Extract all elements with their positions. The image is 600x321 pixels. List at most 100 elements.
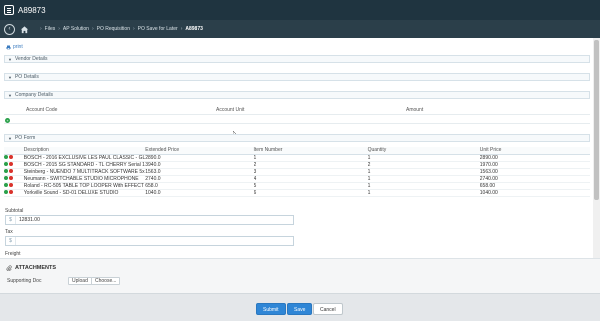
delete-row-icon[interactable] <box>9 162 13 167</box>
add-row-icon[interactable] <box>4 155 8 160</box>
cell-item-number[interactable]: 1 <box>253 154 368 162</box>
cell-item-number[interactable]: 5 <box>253 182 368 190</box>
section-po-details[interactable]: ▼ PO Details <box>4 73 590 81</box>
section-po-form[interactable]: ▼ PO Form <box>4 134 590 142</box>
cell-quantity[interactable]: 1 <box>367 189 480 197</box>
add-row-icon[interactable] <box>4 176 8 181</box>
attachments-title: ATTACHMENTS <box>15 265 57 271</box>
printer-icon <box>6 45 11 50</box>
delete-row-icon[interactable] <box>9 169 13 174</box>
col-quantity: Quantity <box>367 147 480 155</box>
col-amount: Amount <box>406 107 424 113</box>
col-account-unit: Account Unit <box>216 107 245 113</box>
chevron-down-icon: ▼ <box>8 135 12 141</box>
cell-unit-price[interactable]: 1563.00 <box>479 168 590 176</box>
add-row-icon[interactable] <box>4 169 8 174</box>
cell-extended-price[interactable]: 658.0 <box>145 182 254 190</box>
chevron-down-icon: ▼ <box>8 92 12 98</box>
add-row-icon[interactable] <box>4 162 8 167</box>
breadcrumb-current: A89873 <box>185 26 203 32</box>
home-icon[interactable] <box>19 24 30 35</box>
paperclip-icon <box>6 265 12 271</box>
table-row: BOSCH - 2015 SG STANDARD - TL CHERRY Ser… <box>4 161 590 169</box>
choose-file-button[interactable]: Choose... <box>91 277 121 285</box>
col-unit-price: Unit Price <box>479 147 590 155</box>
cell-description[interactable]: BOSCH - 2016 EXCLUSIVE LES PAUL CLASSIC … <box>23 154 146 162</box>
col-extended-price: Extended Price <box>145 147 254 155</box>
window-title: A89873 <box>18 5 46 15</box>
delete-row-icon[interactable] <box>9 155 13 160</box>
form-footer: Submit Save Cancel <box>0 293 600 321</box>
submit-button[interactable]: Submit <box>256 303 286 315</box>
po-items-table: Description Extended Price Item Number Q… <box>4 147 590 197</box>
breadcrumb-po-save-for-later[interactable]: PO Save for Later <box>138 26 178 32</box>
col-account-code: Account Code <box>26 107 58 113</box>
breadcrumb-ap-solution[interactable]: AP Solution <box>63 26 89 32</box>
cell-description[interactable]: BOSCH - 2015 SG STANDARD - TL CHERRY Ser… <box>23 161 146 169</box>
col-description: Description <box>23 147 146 155</box>
cell-quantity[interactable]: 1 <box>367 154 480 162</box>
subtotal-field[interactable]: $ 12831.00 <box>5 215 294 225</box>
breadcrumb: › Files › AP Solution › PO Requisition ›… <box>40 26 203 32</box>
cell-item-number[interactable]: 6 <box>253 189 368 197</box>
cell-item-number[interactable]: 3 <box>253 168 368 176</box>
tax-label: Tax <box>5 229 13 235</box>
add-row-icon[interactable] <box>4 183 8 188</box>
account-table-row <box>4 115 590 124</box>
cell-description[interactable]: Yorkville Sound - SD-01 DELUXE STUDIO <box>23 189 146 197</box>
cell-unit-price[interactable]: 2890.00 <box>479 154 590 162</box>
cell-quantity[interactable]: 1 <box>367 168 480 176</box>
cell-extended-price[interactable]: 1040.0 <box>145 189 254 197</box>
cell-unit-price[interactable]: 2740.00 <box>479 175 590 183</box>
table-row: BOSCH - 2016 EXCLUSIVE LES PAUL CLASSIC … <box>4 154 590 162</box>
section-vendor-details[interactable]: ▼ Vendor Details <box>4 55 590 63</box>
breadcrumb-files[interactable]: Files <box>45 26 56 32</box>
save-button[interactable]: Save <box>287 303 313 315</box>
delete-row-icon[interactable] <box>9 183 13 188</box>
cell-extended-price[interactable]: 3940.0 <box>145 161 254 169</box>
currency-icon: $ <box>6 216 16 224</box>
menu-icon[interactable] <box>4 5 14 15</box>
cell-quantity[interactable]: 2 <box>367 161 480 169</box>
cell-unit-price[interactable]: 1040.00 <box>479 189 590 197</box>
section-company-details[interactable]: ▼ Company Details <box>4 91 590 99</box>
upload-button[interactable]: Upload <box>68 277 92 285</box>
add-account-icon[interactable]: + <box>5 118 10 123</box>
cell-quantity[interactable]: 1 <box>367 175 480 183</box>
cell-quantity[interactable]: 1 <box>367 182 480 190</box>
breadcrumb-po-requisition[interactable]: PO Requisition <box>97 26 130 32</box>
breadcrumb-bar: ‹ › Files › AP Solution › PO Requisition… <box>0 20 600 38</box>
cell-item-number[interactable]: 4 <box>253 175 368 183</box>
cell-extended-price[interactable]: 2890.0 <box>145 154 254 162</box>
chevron-down-icon: ▼ <box>8 56 12 62</box>
cell-unit-price[interactable]: 1970.00 <box>479 161 590 169</box>
cell-item-number[interactable]: 2 <box>253 161 368 169</box>
cell-unit-price[interactable]: 658.00 <box>479 182 590 190</box>
delete-row-icon[interactable] <box>9 190 13 195</box>
cancel-button[interactable]: Cancel <box>313 303 343 315</box>
print-label: print <box>13 44 23 50</box>
chevron-down-icon: ▼ <box>8 74 12 80</box>
delete-row-icon[interactable] <box>9 176 13 181</box>
vertical-scrollbar[interactable] <box>593 38 600 258</box>
table-row: Yorkville Sound - SD-01 DELUXE STUDIO 10… <box>4 189 590 197</box>
supporting-doc-label: Supporting Doc <box>7 278 42 284</box>
account-table-header: Account Code Account Unit Amount <box>4 107 590 115</box>
subtotal-label: Subtotal <box>5 208 24 214</box>
cell-description[interactable]: Neumann - SWITCHABLE STUDIO MICROPHONE <box>23 175 146 183</box>
cell-description[interactable]: Roland - RC-505 TABLE TOP LOOPER With EF… <box>23 182 146 190</box>
subtotal-value: 12831.00 <box>19 217 40 223</box>
freight-label: Freight <box>5 251 21 257</box>
print-link[interactable]: print <box>6 44 23 50</box>
cell-extended-price[interactable]: 1563.0 <box>145 168 254 176</box>
currency-icon: $ <box>6 237 16 245</box>
back-icon[interactable]: ‹ <box>4 23 15 35</box>
tax-field[interactable]: $ <box>5 236 294 246</box>
scrollbar-thumb[interactable] <box>594 40 599 200</box>
table-row: Steinberg - NUENDO 7 MULTITRACK SOFTWARE… <box>4 168 590 176</box>
add-row-icon[interactable] <box>4 190 8 195</box>
table-header-row: Description Extended Price Item Number Q… <box>4 147 590 155</box>
cell-extended-price[interactable]: 2740.0 <box>145 175 254 183</box>
table-row: Neumann - SWITCHABLE STUDIO MICROPHONE 2… <box>4 175 590 183</box>
cell-description[interactable]: Steinberg - NUENDO 7 MULTITRACK SOFTWARE… <box>23 168 146 176</box>
